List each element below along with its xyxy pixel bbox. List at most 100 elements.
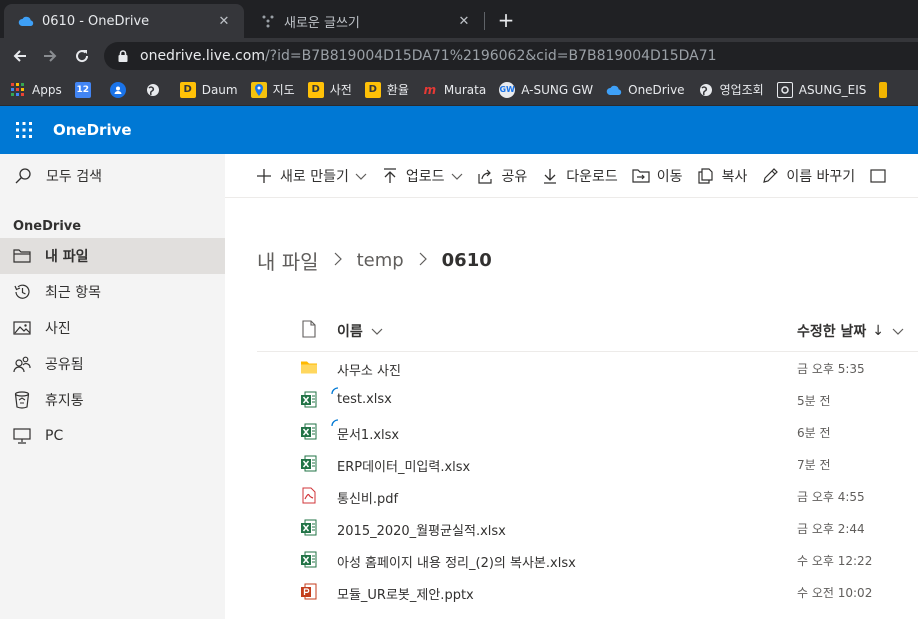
reload-icon[interactable] (70, 44, 94, 68)
daum-d-icon: D (179, 81, 196, 98)
bookmark-calendar[interactable]: 12 (74, 81, 97, 98)
nav-item-recycle-bin[interactable]: 휴지통 (0, 382, 225, 418)
embed-icon (869, 167, 887, 185)
address-bar[interactable]: onedrive.live.com/?id=B7B819004D15DA71%2… (104, 42, 918, 70)
file-name[interactable]: 아성 홈페이지 내용 정리_(2)의 복사본.xlsx (337, 552, 576, 571)
bookmark-dictionary[interactable]: D 사전 (307, 81, 352, 98)
plus-icon (255, 167, 273, 185)
embed-button[interactable] (869, 167, 894, 185)
file-name[interactable]: test.xlsx (337, 392, 392, 407)
bookmark-murata[interactable]: m Murata (422, 82, 487, 98)
file-modified: 7분 전 (797, 458, 831, 472)
bookmark-label: 사전 (329, 83, 352, 97)
nav-item-photos[interactable]: 사진 (0, 310, 225, 346)
command-label: 복사 (721, 168, 748, 185)
copy-icon (697, 167, 715, 185)
nav-item-shared[interactable]: 공유됨 (0, 346, 225, 382)
download-button[interactable]: 다운로드 (541, 166, 618, 186)
file-modified: 금 오후 5:35 (797, 362, 865, 376)
url-path: /?id=B7B819004D15DA71%2196062&cid=B7B819… (264, 48, 717, 64)
new-button[interactable]: 새로 만들기 (255, 166, 367, 186)
app-title[interactable]: OneDrive (53, 121, 132, 139)
move-button[interactable]: 이동 (632, 166, 683, 186)
move-icon (632, 167, 650, 185)
murata-logo-icon: m (423, 82, 437, 97)
bookmark-daum[interactable]: D Daum (179, 81, 238, 98)
nav-item-label: 휴지통 (45, 393, 84, 409)
bookmark-map[interactable]: 지도 (250, 81, 295, 98)
rename-button[interactable]: 이름 바꾸기 (761, 166, 855, 186)
list-item[interactable]: test.xlsx 5분 전 (257, 384, 918, 416)
bookmark-globe[interactable] (145, 82, 167, 98)
tab-onedrive[interactable]: 0610 - OneDrive ✕ (4, 4, 244, 38)
close-tab-icon[interactable]: ✕ (216, 13, 232, 29)
bookmark-asung-eis[interactable]: ASUNG_EIS (776, 81, 867, 98)
bookmark-asung-gw[interactable]: GW A-SUNG GW (499, 81, 593, 98)
file-name[interactable]: 사무소 사진 (337, 360, 401, 379)
bookmark-sales[interactable]: 영업조회 (698, 81, 764, 98)
apps-grid-icon (10, 82, 26, 98)
list-item[interactable]: 문서1.xlsx 6분 전 (257, 416, 918, 448)
bookmark-apps[interactable]: Apps (10, 82, 62, 98)
back-arrow-icon[interactable] (8, 44, 32, 68)
list-item[interactable]: 아성 홈페이지 내용 정리_(2)의 복사본.xlsx 수 오후 12:22 (257, 544, 918, 576)
command-label: 이름 바꾸기 (786, 168, 856, 185)
map-pin-icon (250, 81, 267, 98)
forward-arrow-icon[interactable] (38, 44, 62, 68)
folder-icon (879, 81, 888, 98)
list-item[interactable]: 사무소 사진 금 오후 5:35 (257, 352, 918, 384)
file-name[interactable]: 통신비.pdf (337, 488, 398, 507)
file-name[interactable]: 2015_2020_월평균실적.xlsx (337, 520, 506, 539)
file-type-header-icon[interactable] (301, 320, 317, 338)
excel-file-icon (301, 551, 317, 568)
main-content: 내 파일 temp 0610 이름 수정한 날짜 ↓ 사무소 사진 금 오후 5… (225, 198, 918, 619)
pdf-file-icon (302, 487, 316, 504)
tab-new-post[interactable]: 새로운 글쓰기 ✕ (246, 4, 484, 38)
file-modified: 6분 전 (797, 426, 831, 440)
nav-item-label: PC (45, 428, 64, 444)
url-host: onedrive.live.com (140, 48, 265, 64)
profile-icon (109, 81, 126, 98)
bookmark-exchange[interactable]: D 환율 (364, 81, 409, 98)
search-everything[interactable]: 모두 검색 (0, 154, 225, 198)
onedrive-cloud-icon (18, 13, 34, 29)
app-launcher-waffle-icon[interactable] (0, 106, 48, 154)
chevron-down-icon (371, 328, 383, 335)
column-header-name[interactable]: 이름 (337, 321, 383, 341)
bookmark-label: ASUNG_EIS (798, 82, 867, 97)
bookmark-profile[interactable] (109, 81, 132, 98)
bookmark-onedrive[interactable]: OneDrive (606, 82, 685, 98)
file-modified: 수 오후 12:22 (797, 554, 873, 568)
column-header-modified[interactable]: 수정한 날짜 ↓ (797, 321, 904, 341)
copy-button[interactable]: 복사 (697, 166, 748, 186)
new-tab-button[interactable]: + (494, 8, 518, 32)
command-label: 다운로드 (566, 168, 618, 185)
nav-item-pc[interactable]: PC (0, 418, 225, 454)
nav-item-my-files[interactable]: 내 파일 (0, 238, 225, 274)
column-header-label: 이름 (337, 324, 363, 340)
bookmark-folder[interactable] (879, 81, 893, 98)
bookmark-label: 환율 (386, 83, 409, 97)
globe-icon (698, 82, 714, 98)
list-item[interactable]: ERP데이터_미입력.xlsx 7분 전 (257, 448, 918, 480)
file-name[interactable]: ERP데이터_미입력.xlsx (337, 456, 470, 475)
search-icon (15, 168, 31, 184)
file-name[interactable]: 문서1.xlsx (337, 424, 399, 443)
pencil-icon (761, 167, 779, 185)
nav-item-label: 공유됨 (45, 357, 84, 373)
share-button[interactable]: 공유 (477, 166, 528, 186)
breadcrumb-temp[interactable]: temp (357, 250, 404, 271)
list-item[interactable]: 2015_2020_월평균실적.xlsx 금 오후 2:44 (257, 512, 918, 544)
breadcrumb-my-files[interactable]: 내 파일 (257, 246, 319, 275)
list-item[interactable]: 통신비.pdf 금 오후 4:55 (257, 480, 918, 512)
command-label: 공유 (501, 168, 528, 185)
close-tab-icon[interactable]: ✕ (456, 13, 472, 29)
calendar-12-icon: 12 (74, 81, 91, 98)
nav-item-recent[interactable]: 최근 항목 (0, 274, 225, 310)
file-name[interactable]: 모듈_UR로봇_제안.pptx (337, 584, 474, 603)
excel-file-icon (301, 519, 317, 536)
upload-button[interactable]: 업로드 (381, 166, 463, 186)
nav-item-label: 최근 항목 (45, 285, 101, 301)
globe-icon (145, 82, 161, 98)
list-item[interactable]: 모듈_UR로봇_제안.pptx 수 오전 10:02 (257, 576, 918, 608)
